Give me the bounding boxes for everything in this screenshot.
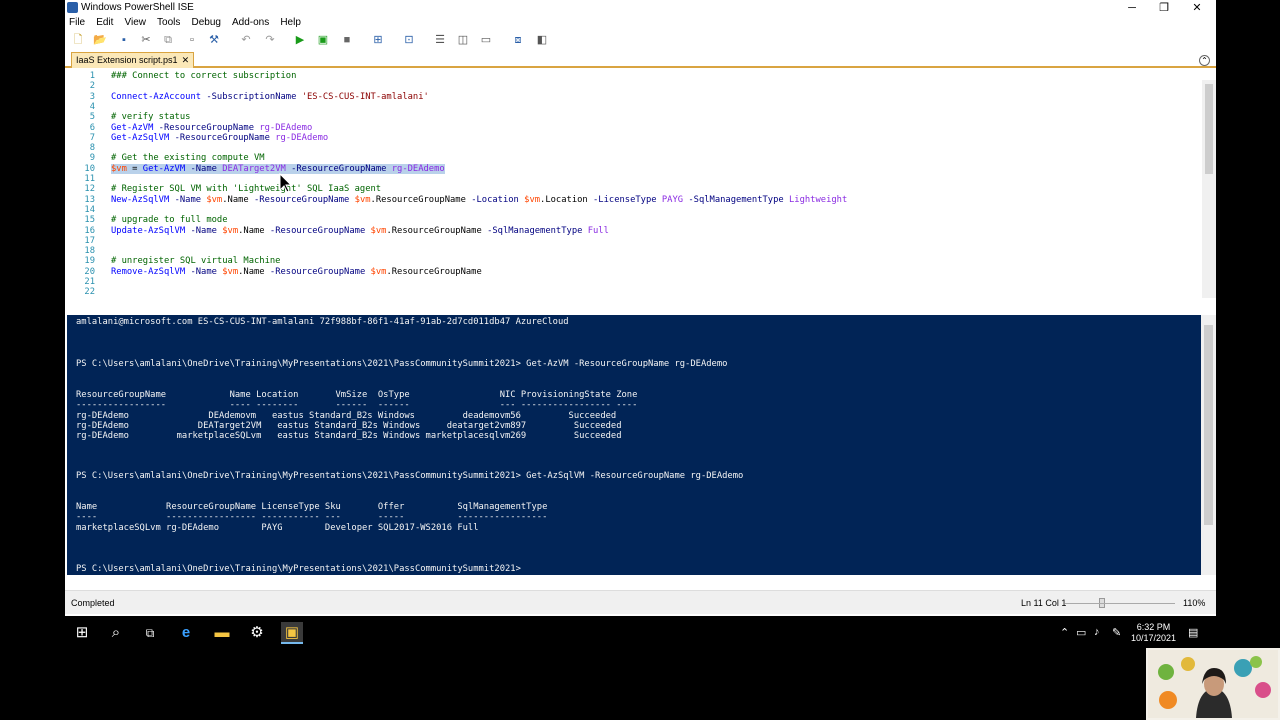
new-file-icon[interactable]: 🗋 [71, 33, 85, 47]
show-script-maximized-icon[interactable]: ▭ [479, 33, 493, 47]
paste-icon[interactable]: ▫ [185, 33, 199, 47]
tab-close-icon[interactable]: ✕ [182, 55, 190, 65]
console-line: marketplaceSQLvm rg-DEAdemo PAYG Develop… [76, 522, 479, 533]
clock-time: 6:32 PM [1136, 622, 1171, 632]
status-text: Completed [71, 598, 115, 608]
collapse-pane-icon[interactable]: ⌃ [1199, 55, 1210, 66]
tray-chevron-icon[interactable]: ⌃ [1060, 626, 1069, 639]
menu-edit[interactable]: Edit [92, 16, 117, 29]
show-command-window-icon[interactable]: ⧈ [511, 33, 525, 47]
start-powershell-icon[interactable]: ⊡ [402, 33, 416, 47]
zoom-level: 110% [1183, 598, 1206, 608]
status-bar: Completed Ln 11 Col 1 110% [65, 590, 1216, 614]
stop-icon[interactable]: ■ [340, 33, 354, 47]
presenter-webcam-overlay [1146, 648, 1280, 720]
clock-date: 10/17/2021 [1130, 633, 1176, 643]
console-line: PS C:\Users\amlalani\OneDrive\Training\M… [76, 471, 744, 481]
show-script-right-icon[interactable]: ◫ [456, 33, 470, 47]
taskbar-clock[interactable]: 6:32 PM 10/17/2021 [1131, 622, 1176, 644]
console-line: rg-DEAdemo DEAdemovm eastus Standard_B2s… [76, 410, 617, 421]
title-bar: Windows PowerShell ISE ─ ❐ ✕ [65, 0, 1216, 16]
run-script-icon[interactable]: ▶ [293, 33, 307, 47]
clear-console-icon[interactable]: ⚒ [207, 33, 221, 47]
copy-icon[interactable]: ⧉ [161, 33, 175, 47]
console-line: rg-DEAdemo marketplaceSQLvm eastus Stand… [76, 431, 622, 442]
run-selection-icon[interactable]: ▣ [316, 33, 330, 47]
console-line: PS C:\Users\amlalani\OneDrive\Training\M… [76, 358, 728, 369]
windows-taskbar: ⊞ ⌕ ⧉ e ▬ ⚙ ▣ ⌃ ▭ ♪ ✎ 6:32 PM 10/17/2021 … [65, 618, 1216, 648]
script-tabs: IaaS Extension script.ps1 ✕ [65, 52, 1216, 68]
close-button[interactable]: ✕ [1180, 0, 1214, 16]
menu-help[interactable]: Help [276, 16, 305, 29]
file-explorer-icon[interactable]: ▬ [211, 622, 233, 644]
powershell-ise-window: Windows PowerShell ISE ─ ❐ ✕ File Edit V… [65, 0, 1216, 616]
editor-scroll-thumb[interactable] [1205, 84, 1213, 174]
editor-scrollbar[interactable] [1202, 80, 1216, 298]
show-script-top-icon[interactable]: ☰ [433, 33, 447, 47]
minimize-button[interactable]: ─ [1115, 0, 1149, 16]
show-command-addon-icon[interactable]: ◧ [535, 33, 549, 47]
internet-explorer-icon[interactable]: e [175, 622, 197, 644]
powershell-ise-taskbar-icon[interactable]: ▣ [281, 622, 303, 644]
volume-icon[interactable]: ♪ [1094, 626, 1100, 638]
script-editor[interactable]: 1 ### Connect to correct subscription 2 3… [65, 70, 1201, 298]
menu-view[interactable]: View [120, 16, 150, 29]
powershell-ise-icon [67, 2, 78, 13]
console-scroll-thumb[interactable] [1204, 325, 1213, 525]
menu-bar: File Edit View Tools Debug Add-ons Help [65, 16, 1216, 31]
redo-icon[interactable]: ↷ [263, 33, 277, 47]
settings-gear-icon[interactable]: ⚙ [246, 622, 268, 644]
console-line: amlalani@microsoft.com ES-CS-CUS-INT-aml… [76, 317, 569, 327]
console-scrollbar[interactable] [1201, 315, 1216, 575]
save-icon[interactable]: ▪ [117, 33, 131, 47]
console-line: rg-DEAdemo DEATarget2VM eastus Standard_… [76, 421, 622, 431]
menu-addons[interactable]: Add-ons [228, 16, 273, 29]
mouse-cursor-icon [279, 173, 293, 193]
console-line: ----------------- ---- -------- ------ -… [76, 400, 638, 411]
tab-iaas-extension-script[interactable]: IaaS Extension script.ps1 ✕ [71, 52, 195, 68]
tab-label: IaaS Extension script.ps1 [76, 55, 178, 65]
notifications-icon[interactable]: ▤ [1188, 626, 1198, 639]
undo-icon[interactable]: ↶ [239, 33, 253, 47]
window-title: Windows PowerShell ISE [81, 2, 194, 13]
menu-file[interactable]: File [65, 16, 89, 29]
open-file-icon[interactable]: 📂 [93, 33, 107, 47]
search-icon[interactable]: ⌕ [105, 622, 127, 644]
console-line: Name ResourceGroupName LicenseType Sku O… [76, 502, 548, 512]
presenter-video-image [1148, 650, 1278, 718]
network-icon[interactable]: ▭ [1076, 626, 1086, 639]
cursor-position: Ln 11 Col 1 [1021, 598, 1067, 608]
menu-debug[interactable]: Debug [187, 16, 224, 29]
console-line: ---- ----------------- ----------- --- -… [76, 512, 548, 523]
console-prompt[interactable]: PS C:\Users\amlalani\OneDrive\Training\M… [76, 564, 521, 574]
zoom-slider[interactable] [1065, 603, 1175, 604]
pane-splitter[interactable] [65, 299, 1216, 315]
pen-icon[interactable]: ✎ [1112, 626, 1121, 639]
menu-tools[interactable]: Tools [153, 16, 184, 29]
windows-start-icon[interactable]: ⊞ [71, 622, 93, 644]
toolbar: 🗋 📂 ▪ ✂ ⧉ ▫ ⚒ ↶ ↷ ▶ ▣ ■ ⊞ ⊡ ☰ ◫ ▭ ⧈ ◧ [65, 31, 1216, 49]
console-line: ResourceGroupName Name Location VmSize O… [76, 389, 638, 400]
cut-icon[interactable]: ✂ [139, 33, 153, 47]
remote-powershell-icon[interactable]: ⊞ [371, 33, 385, 47]
task-view-icon[interactable]: ⧉ [139, 622, 161, 644]
restore-button[interactable]: ❐ [1147, 0, 1181, 16]
console-pane[interactable]: amlalani@microsoft.com ES-CS-CUS-INT-aml… [67, 315, 1201, 575]
